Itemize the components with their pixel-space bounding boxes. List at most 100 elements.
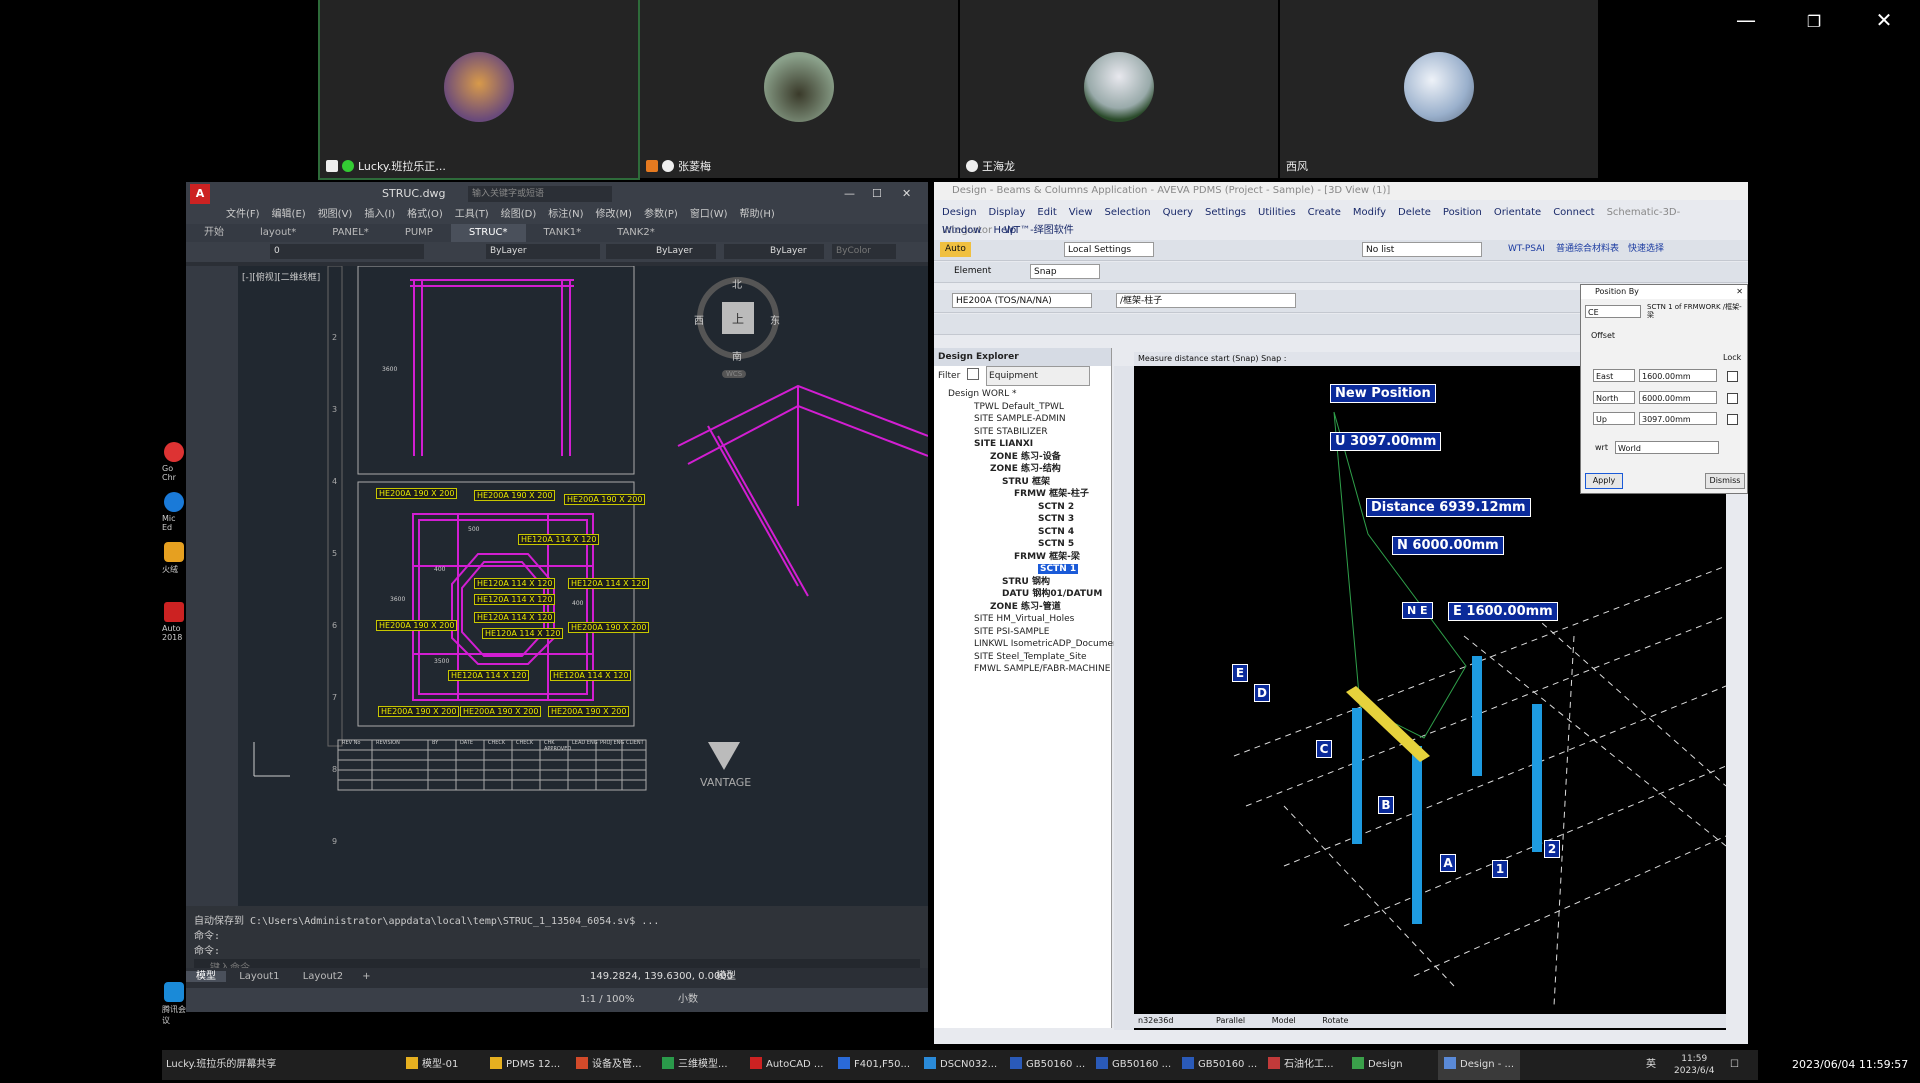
member-label[interactable]: HE200A 190 X 200: [474, 490, 556, 501]
menu-help[interactable]: Help: [993, 225, 1016, 236]
tree-item[interactable]: ZONE 练习-结构: [934, 463, 1111, 476]
member-label[interactable]: HE120A 114 X 120: [518, 534, 600, 545]
lineweight-dropdown[interactable]: ByLayer: [724, 244, 824, 259]
menu-settings[interactable]: Settings: [1205, 207, 1246, 218]
system-clock[interactable]: 11:59 2023/6/4: [1674, 1050, 1714, 1083]
north-offset-input[interactable]: 6000.00mm: [1639, 391, 1717, 404]
tree-item[interactable]: LINKWL IsometricADP_Documen: [934, 638, 1119, 651]
huorong-icon[interactable]: [164, 542, 184, 562]
draw-tool-palette[interactable]: [186, 266, 238, 906]
menu-dimension[interactable]: 标注(N): [548, 209, 583, 220]
minimize-button[interactable]: —: [844, 182, 855, 206]
menu-file[interactable]: 文件(F): [226, 209, 260, 220]
menu-help[interactable]: 帮助(H): [740, 209, 775, 220]
tree-item[interactable]: SITE PSI-SAMPLE: [934, 626, 1111, 639]
screen-share-indicator[interactable]: Lucky.班拉乐的屏幕共享: [166, 1050, 276, 1080]
tab-layout[interactable]: layout*: [242, 224, 314, 242]
menu-create[interactable]: Create: [1308, 207, 1341, 218]
tab-tank2[interactable]: TANK2*: [599, 224, 673, 242]
menu-tools[interactable]: 工具(T): [455, 209, 489, 220]
menu-design[interactable]: Design: [942, 207, 977, 218]
ce-dropdown[interactable]: CE: [1585, 305, 1641, 318]
current-element-field[interactable]: HE200A (TOS/NA/NA): [952, 293, 1092, 308]
tree-item[interactable]: SCTN 5: [934, 538, 1111, 551]
menu-view[interactable]: 视图(V): [318, 209, 353, 220]
close-button[interactable]: ✕: [1864, 8, 1904, 32]
up-offset-input[interactable]: 3097.00mm: [1639, 412, 1717, 425]
tab-tank1[interactable]: TANK1*: [526, 224, 600, 242]
taskbar-item[interactable]: PDMS 12...: [490, 1050, 560, 1080]
ime-indicator[interactable]: 英: [1646, 1050, 1656, 1080]
menu-window[interactable]: 窗口(W): [690, 209, 728, 220]
tree-item[interactable]: FRMW 框架-梁: [934, 551, 1111, 564]
menu-query[interactable]: Query: [1163, 207, 1193, 218]
taskbar-item[interactable]: AutoCAD ...: [750, 1050, 823, 1080]
wt-psai-button[interactable]: WT-PSAI: [1508, 242, 1545, 257]
restore-button[interactable]: ❐: [1794, 12, 1834, 31]
plotstyle-dropdown[interactable]: ByColor: [832, 244, 896, 259]
menu-connect[interactable]: Connect: [1553, 207, 1594, 218]
layer-dropdown[interactable]: 0: [270, 244, 424, 259]
taskbar-item[interactable]: 设备及管...: [576, 1050, 642, 1080]
taskbar-item[interactable]: DSCN032...: [924, 1050, 997, 1080]
taskbar-item[interactable]: 三维模型...: [662, 1050, 728, 1080]
tree-item[interactable]: SCTN 4: [934, 526, 1111, 539]
tab-layout2[interactable]: Layout2: [293, 971, 353, 982]
tree-item[interactable]: FRMW 框架-柱子: [934, 488, 1111, 501]
model-space-toggle[interactable]: 模型: [716, 968, 736, 986]
filter-checkbox[interactable]: [967, 368, 980, 380]
tab-panel[interactable]: PANEL*: [314, 224, 387, 242]
current-path-field[interactable]: /框架-柱子: [1116, 293, 1296, 308]
menu-format[interactable]: 格式(O): [407, 209, 443, 220]
minimize-button[interactable]: —: [1726, 8, 1766, 32]
taskbar-item-active[interactable]: Design - ...: [1438, 1050, 1521, 1080]
taskbar-item[interactable]: 模型-01: [406, 1050, 458, 1080]
tree-item[interactable]: Design WORL *: [934, 388, 1111, 401]
quick-select-button[interactable]: 快速选择: [1628, 242, 1664, 257]
add-layout-button[interactable]: +: [356, 971, 376, 982]
close-button[interactable]: ✕: [902, 182, 911, 206]
dismiss-button[interactable]: Dismiss: [1705, 473, 1745, 489]
lock-east-checkbox[interactable]: [1727, 371, 1738, 382]
tree-item[interactable]: STRU 钢构: [934, 576, 1111, 589]
direction-dropdown-east[interactable]: East: [1593, 369, 1635, 382]
tree-item[interactable]: ZONE 练习-设备: [934, 451, 1111, 464]
tree-item[interactable]: SITE SAMPLE-ADMIN: [934, 413, 1111, 426]
menu-edit[interactable]: 编辑(E): [272, 209, 306, 220]
autocad-logo-icon[interactable]: A: [190, 184, 210, 204]
menu-param[interactable]: 参数(P): [644, 209, 678, 220]
tab-start[interactable]: 开始: [186, 224, 242, 242]
notification-icon[interactable]: ☐: [1730, 1050, 1739, 1080]
wrt-input[interactable]: World: [1615, 441, 1719, 454]
member-label[interactable]: HE120A 114 X 120: [474, 612, 556, 623]
member-label[interactable]: HE120A 114 X 120: [474, 594, 556, 605]
lock-north-checkbox[interactable]: [1727, 393, 1738, 404]
menu-position[interactable]: Position: [1443, 207, 1482, 218]
tree-item[interactable]: SITE HM_Virtual_Holes: [934, 613, 1111, 626]
menu-draw[interactable]: 绘图(D): [501, 209, 537, 220]
member-label[interactable]: HE120A 114 X 120: [550, 670, 632, 681]
taskbar-item[interactable]: GB50160 ...: [1182, 1050, 1257, 1080]
filter-dropdown[interactable]: Equipment: [986, 366, 1091, 386]
edge-icon[interactable]: [164, 492, 184, 512]
tab-pump[interactable]: PUMP: [387, 224, 451, 242]
member-label[interactable]: HE120A 114 X 120: [474, 578, 556, 589]
tree-item[interactable]: SITE LIANXI: [934, 438, 1111, 451]
member-label[interactable]: HE200A 190 X 200: [548, 706, 630, 717]
tab-model[interactable]: 模型: [186, 971, 226, 982]
color-dropdown[interactable]: ByLayer: [486, 244, 600, 259]
menu-modify[interactable]: Modify: [1353, 207, 1386, 218]
menu-window[interactable]: Window: [942, 225, 981, 236]
member-label[interactable]: HE120A 114 X 120: [448, 670, 530, 681]
tree-item[interactable]: SITE STABILIZER: [934, 426, 1111, 439]
tencent-meeting-icon[interactable]: [164, 982, 184, 1002]
member-label[interactable]: HE200A 190 X 200: [564, 494, 646, 505]
list-dropdown[interactable]: No list: [1362, 242, 1482, 257]
drawing-canvas[interactable]: [-][俯视][二维线框] 北 南 东 西 上 WCS VANTAGE 2 3 …: [238, 266, 928, 906]
view-mode[interactable]: Model: [1272, 1016, 1296, 1025]
member-label[interactable]: HE200A 190 X 200: [378, 706, 460, 717]
tree-item[interactable]: SCTN 3: [934, 513, 1111, 526]
tree-item[interactable]: STRU 框架: [934, 476, 1111, 489]
dialog-close-button[interactable]: ✕: [1736, 285, 1743, 299]
member-label[interactable]: HE200A 190 X 200: [376, 620, 458, 631]
